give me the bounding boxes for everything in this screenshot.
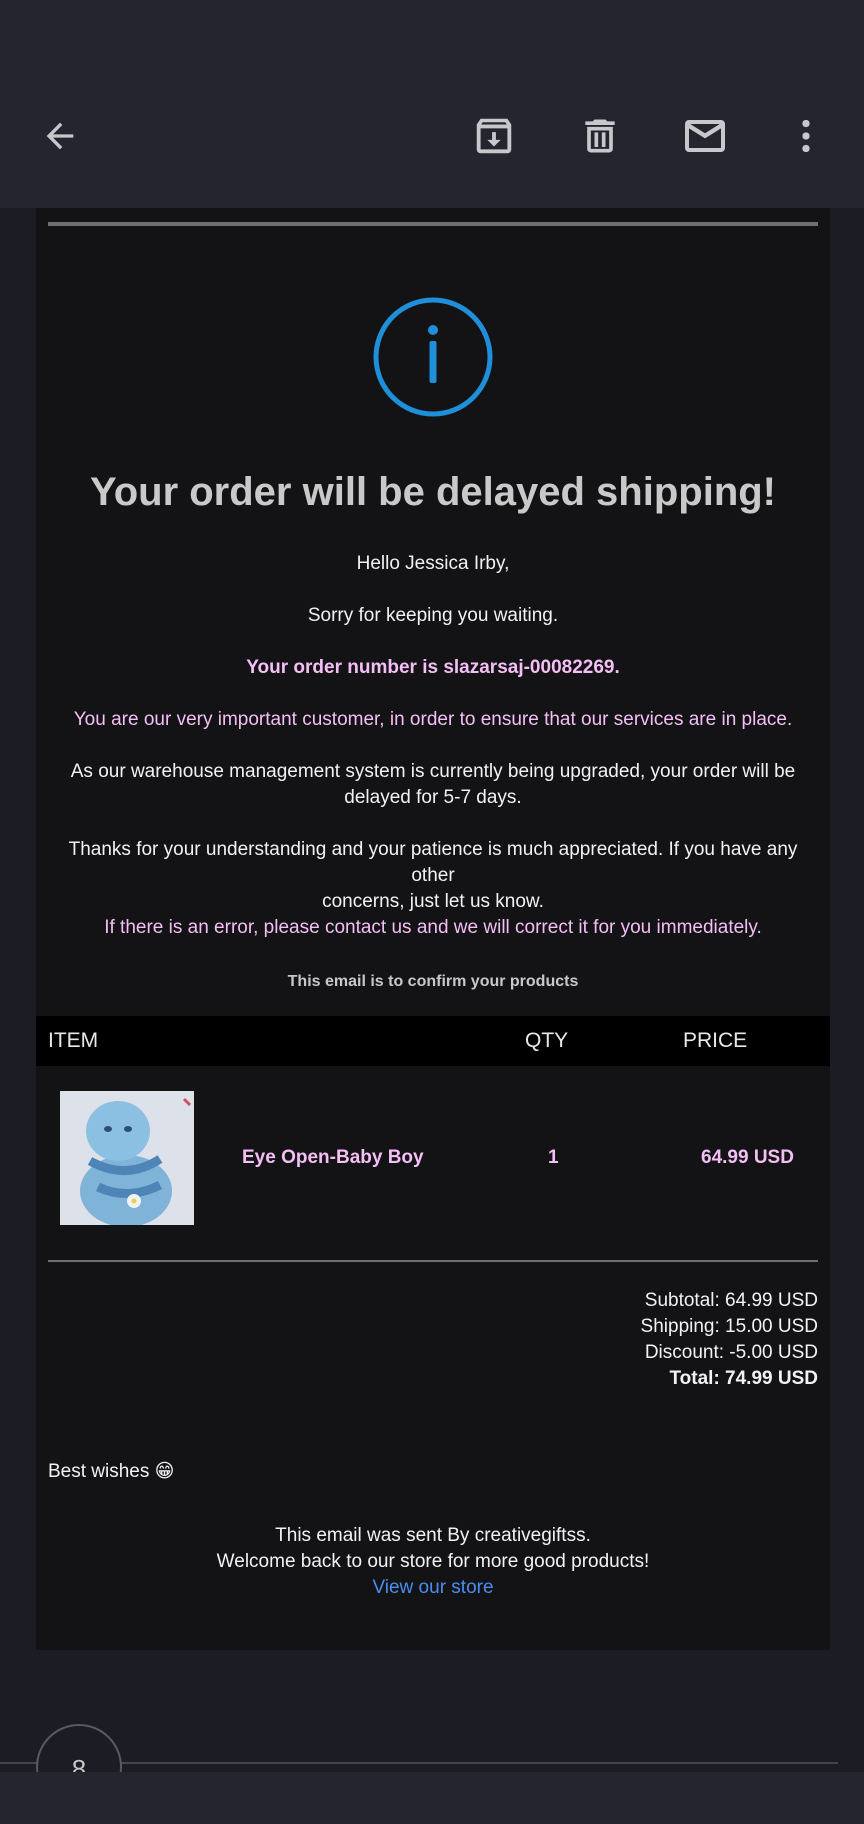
total-text: Total: 74.99 USD — [669, 1368, 818, 1389]
thanks-line-1: Thanks for your understanding and your p… — [68, 839, 798, 886]
archive-icon — [476, 118, 512, 154]
mail-icon — [685, 120, 725, 152]
header-price: PRICE — [683, 1029, 748, 1052]
order-table-header: ITEM QTY PRICE — [36, 1016, 830, 1066]
baby-doll-image — [60, 1091, 194, 1225]
order-number-text: Your order number is slazarsaj-00082269. — [246, 657, 620, 678]
error-notice-text: If there is an error, please contact us … — [104, 917, 762, 938]
back-button[interactable] — [18, 90, 102, 182]
arrow-left-icon — [46, 122, 74, 150]
sent-by-text: This email was sent By creativegiftss. — [275, 1525, 591, 1546]
confirm-products-text: This email is to confirm your products — [287, 973, 579, 990]
important-customer-text: You are our very important customer, in … — [73, 709, 793, 730]
product-price: 64.99 USD — [701, 1147, 794, 1168]
info-circle-icon — [373, 297, 493, 417]
order-totals: Subtotal: 64.99 USD Shipping: 15.00 USD … — [641, 1288, 818, 1392]
divider — [0, 1762, 838, 1764]
greeting-text: Hello Jessica Irby, — [356, 553, 510, 574]
header-item: ITEM — [48, 1029, 99, 1052]
thanks-line-2: concerns, just let us know. — [322, 891, 544, 912]
trash-icon — [585, 119, 615, 153]
apology-text: Sorry for keeping you waiting. — [307, 605, 559, 626]
delete-button[interactable] — [558, 90, 642, 182]
subtotal-text: Subtotal: 64.99 USD — [644, 1290, 818, 1311]
product-name[interactable]: Eye Open-Baby Boy — [242, 1147, 424, 1169]
warehouse-line-2: delayed for 5-7 days. — [344, 787, 522, 808]
shipping-text: Shipping: 15.00 USD — [640, 1316, 818, 1337]
header-qty: QTY — [525, 1029, 569, 1052]
divider — [48, 1260, 818, 1262]
product-qty: 1 — [548, 1147, 559, 1168]
discount-text: Discount: -5.00 USD — [644, 1342, 818, 1363]
mark-unread-button[interactable] — [663, 90, 747, 182]
view-store-link[interactable]: View our store — [36, 1575, 830, 1601]
thanks-text: Thanks for your understanding and your p… — [48, 837, 818, 915]
warehouse-line-1: As our warehouse management system is cu… — [70, 761, 796, 782]
archive-button[interactable] — [452, 90, 536, 182]
warehouse-text: As our warehouse management system is cu… — [48, 759, 818, 811]
best-wishes-text: Best wishes 😁 — [48, 1461, 175, 1482]
status-bar — [0, 0, 864, 90]
email-footer: This email was sent By creativegiftss. W… — [36, 1523, 830, 1601]
more-options-button[interactable] — [764, 90, 848, 182]
email-body: Your order will be delayed shipping! Hel… — [36, 208, 830, 1650]
welcome-text: Welcome back to our store for more good … — [216, 1551, 650, 1572]
divider — [48, 222, 818, 226]
product-image[interactable] — [60, 1091, 194, 1225]
email-headline: Your order will be delayed shipping! — [89, 470, 776, 514]
app-bar — [0, 90, 864, 208]
more-vert-icon — [802, 119, 810, 153]
navigation-bar — [0, 1772, 864, 1824]
